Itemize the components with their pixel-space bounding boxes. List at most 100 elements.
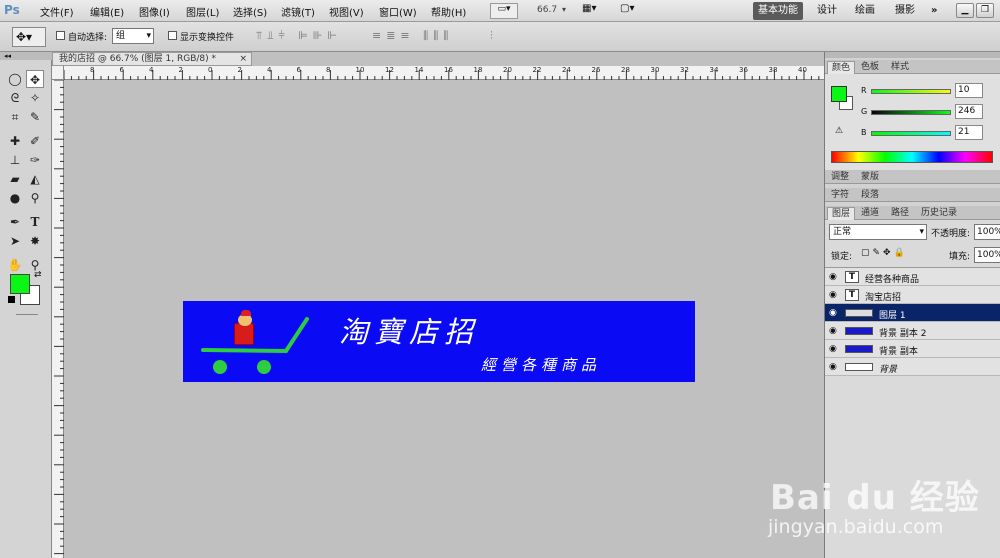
- quick-mask-icon[interactable]: [16, 314, 38, 315]
- restore-icon[interactable]: ❐: [976, 3, 994, 18]
- eye-icon[interactable]: ◉: [829, 308, 839, 318]
- ruler-h-label: 20: [503, 66, 512, 74]
- eye-icon[interactable]: ◉: [829, 272, 839, 282]
- menu-image[interactable]: 图像(I): [139, 4, 170, 19]
- layer-row[interactable]: ◉ T 淘宝店招: [825, 286, 1000, 304]
- tab-channels[interactable]: 通道: [857, 207, 883, 219]
- canvas-area[interactable]: 淘寶店招 經營各種商品: [64, 80, 824, 558]
- r-slider[interactable]: [871, 89, 951, 94]
- workspace-design[interactable]: 设计: [812, 2, 842, 20]
- menu-view[interactable]: 视图(V): [329, 4, 364, 19]
- fill-input[interactable]: 100%: [974, 247, 1000, 263]
- horizontal-ruler[interactable]: 8 6 4 2 0 2 4 6 8 10 12 14 16 18 20 22 24 26 28 30 32 34 36 38 4…: [64, 66, 824, 80]
- layer-row[interactable]: ◉ T 经营各种商品: [825, 268, 1000, 286]
- layer-row[interactable]: ◉ 背景 副本 2: [825, 322, 1000, 340]
- dock-header[interactable]: [825, 52, 1000, 58]
- tab-paths[interactable]: 路径: [887, 207, 913, 219]
- toolbox-collapse-icon[interactable]: ◂◂: [0, 52, 52, 60]
- layer-row[interactable]: ◉ 图层 1: [825, 304, 1000, 322]
- auto-select-dropdown[interactable]: 组 ▾: [112, 28, 154, 44]
- healing-brush-icon[interactable]: ✚: [6, 132, 24, 150]
- auto-select-checkbox[interactable]: [56, 31, 65, 40]
- clone-stamp-icon[interactable]: ⊥: [6, 151, 24, 169]
- paint-bucket-icon[interactable]: ◭: [26, 170, 44, 188]
- g-value[interactable]: 246: [955, 104, 983, 119]
- pen-tool-icon[interactable]: ✒: [6, 213, 24, 231]
- move-tool-icon[interactable]: ✥: [26, 70, 44, 88]
- ruler-h-label: 6: [296, 66, 301, 74]
- blur-tool-icon[interactable]: ●: [6, 189, 24, 207]
- foreground-color-swatch[interactable]: [10, 274, 30, 294]
- arrange-docs-icon[interactable]: ▦▾: [582, 3, 610, 19]
- marquee-tool-icon[interactable]: ◯: [6, 70, 24, 88]
- dodge-tool-icon[interactable]: ⚲: [26, 189, 44, 207]
- opacity-input[interactable]: 100%: [974, 224, 1000, 240]
- close-tab-icon[interactable]: ×: [239, 53, 247, 65]
- workspace-photography[interactable]: 摄影: [890, 2, 920, 20]
- menu-window[interactable]: 窗口(W): [379, 4, 417, 19]
- layer-row[interactable]: ◉ 背景 副本: [825, 340, 1000, 358]
- menu-select[interactable]: 选择(S): [233, 4, 267, 19]
- hand-tool-icon[interactable]: ✋: [6, 256, 24, 274]
- tab-history[interactable]: 历史记录: [917, 207, 961, 219]
- workspace-painting[interactable]: 绘画: [850, 2, 880, 20]
- fg-color-chip[interactable]: [831, 86, 847, 102]
- eye-icon[interactable]: ◉: [829, 362, 839, 372]
- eraser-icon[interactable]: ▰: [6, 170, 24, 188]
- r-value[interactable]: 10: [955, 83, 983, 98]
- workspace-essentials[interactable]: 基本功能: [753, 2, 803, 20]
- tab-masks[interactable]: 蒙版: [857, 171, 883, 183]
- color-spectrum-bar[interactable]: [831, 151, 993, 163]
- path-select-icon[interactable]: ➤: [6, 232, 24, 250]
- blend-mode-value: 正常: [833, 227, 852, 237]
- custom-shape-icon[interactable]: ✸: [26, 232, 44, 250]
- crop-tool-icon[interactable]: ⌗: [6, 108, 24, 126]
- eye-icon[interactable]: ◉: [829, 344, 839, 354]
- menu-filter[interactable]: 滤镜(T): [281, 4, 315, 19]
- move-tool-preset-icon[interactable]: ✥▾: [12, 27, 46, 47]
- auto-align-icon[interactable]: ⫶: [490, 29, 493, 43]
- menu-edit[interactable]: 编辑(E): [90, 4, 124, 19]
- gamut-warning-icon[interactable]: ⚠: [835, 126, 843, 136]
- screen-mode-toggle-icon[interactable]: ▢▾: [620, 3, 648, 19]
- minimize-icon[interactable]: ▁: [956, 3, 974, 18]
- b-slider[interactable]: [871, 131, 951, 136]
- swap-colors-icon[interactable]: ⇄: [34, 270, 42, 280]
- document-tab[interactable]: 我的店招 @ 66.7% (图层 1, RGB/8) * ×: [52, 52, 252, 66]
- eyedropper-icon[interactable]: ✎: [26, 108, 44, 126]
- layer-row[interactable]: ◉ 背景: [825, 358, 1000, 376]
- workspace-more-button[interactable]: »: [926, 2, 942, 20]
- show-transform-checkbox[interactable]: [168, 31, 177, 40]
- tab-styles[interactable]: 样式: [887, 61, 913, 73]
- screen-mode-icon[interactable]: ▭▾: [490, 3, 518, 19]
- eye-icon[interactable]: ◉: [829, 290, 839, 300]
- menu-file[interactable]: 文件(F): [40, 4, 74, 19]
- layer-name: 背景 副本: [879, 347, 918, 357]
- blend-mode-dropdown[interactable]: 正常 ▾: [829, 224, 927, 240]
- menu-help[interactable]: 帮助(H): [431, 4, 466, 19]
- lock-icons[interactable]: ▢✎✥🔒: [861, 248, 908, 258]
- menu-layer[interactable]: 图层(L): [186, 4, 219, 19]
- g-slider[interactable]: [871, 110, 951, 115]
- zoom-level[interactable]: 66.7: [537, 5, 557, 15]
- lasso-tool-icon[interactable]: ᘓ: [6, 89, 24, 107]
- brush-tool-icon[interactable]: ✐: [26, 132, 44, 150]
- history-brush-icon[interactable]: ✑: [26, 151, 44, 169]
- shop-banner-canvas[interactable]: 淘寶店招 經營各種商品: [183, 301, 695, 382]
- ruler-corner[interactable]: [52, 66, 64, 80]
- magic-wand-icon[interactable]: ✧: [26, 89, 44, 107]
- tab-character[interactable]: 字符: [827, 189, 853, 201]
- default-colors-icon[interactable]: [8, 296, 15, 303]
- distribute-icons[interactable]: ≡≣≡ ⫼⫼⫼: [372, 29, 453, 43]
- align-icons[interactable]: ⫪⫫⫩ ⊫⊪⊩: [256, 29, 342, 43]
- tab-color[interactable]: 颜色: [827, 61, 856, 74]
- vertical-ruler[interactable]: [52, 80, 64, 558]
- b-value[interactable]: 21: [955, 125, 983, 140]
- tab-swatches[interactable]: 色板: [857, 61, 883, 73]
- tab-adjustments[interactable]: 调整: [827, 171, 853, 183]
- zoom-dropdown-icon[interactable]: ▾: [562, 5, 566, 14]
- eye-icon[interactable]: ◉: [829, 326, 839, 336]
- tab-layers[interactable]: 图层: [827, 207, 856, 220]
- type-tool-icon[interactable]: T: [26, 213, 44, 231]
- tab-paragraph[interactable]: 段落: [857, 189, 883, 201]
